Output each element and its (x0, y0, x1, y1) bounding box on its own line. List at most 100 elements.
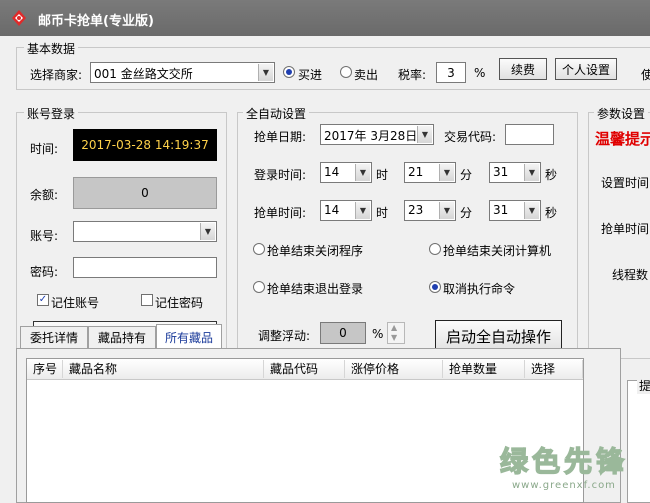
clock-value: 2017-03-28 14:19:37 (81, 138, 209, 152)
cut-label: 使 (641, 68, 650, 82)
merchant-label: 选择商家: (30, 68, 83, 82)
column-header-index[interactable]: 序号 (27, 360, 63, 378)
chevron-down-icon[interactable]: ▼ (524, 164, 539, 181)
sell-label[interactable]: 卖出 (354, 66, 378, 83)
grab-minute-unit: 分 (460, 206, 473, 220)
chevron-down-icon[interactable]: ▼ (355, 202, 370, 219)
column-header-select[interactable]: 选择 (525, 360, 583, 378)
tax-percent: % (474, 66, 486, 80)
grab-hour-value: 14 (324, 203, 340, 217)
adjust-float-input[interactable]: 0 (320, 322, 366, 344)
close-program-radio[interactable] (253, 243, 265, 255)
remember-account-checkbox[interactable]: ✓ (37, 294, 49, 306)
merchant-select[interactable]: 001 金丝路文交所 ▼ (90, 62, 275, 83)
cancel-command-radio[interactable] (429, 281, 441, 293)
login-minute-unit: 分 (460, 168, 473, 182)
adjust-spinner[interactable]: ▲ ▼ (387, 322, 405, 344)
calendar-dropdown-icon[interactable]: ▼ (417, 126, 432, 143)
sell-radio[interactable] (340, 66, 352, 78)
spinner-down-icon[interactable]: ▼ (391, 333, 397, 342)
logout-radio[interactable] (253, 281, 265, 293)
grab-hour-select[interactable]: 14 ▼ (320, 200, 372, 221)
table-header: 序号 藏品名称 藏品代码 涨停价格 抢单数量 选择 (27, 359, 583, 380)
column-header-name[interactable]: 藏品名称 (63, 360, 264, 378)
watermark-url: www.greenxf.com (512, 480, 616, 491)
login-minute-select[interactable]: 21 ▼ (404, 162, 456, 183)
chevron-down-icon[interactable]: ▼ (258, 64, 273, 81)
grab-second-value: 31 (493, 203, 509, 217)
grab-date-picker[interactable]: 2017年 3月28日 ▼ (320, 124, 434, 145)
account-label: 账号: (30, 229, 59, 243)
login-hour-value: 14 (324, 165, 340, 179)
login-hour-select[interactable]: 14 ▼ (320, 162, 372, 183)
params-title: 参数设置 (594, 105, 649, 122)
grab-date-label: 抢单日期: (254, 130, 307, 144)
watermark-text: 绿色先锋 (499, 444, 629, 478)
logout-label[interactable]: 抢单结束退出登录 (267, 280, 363, 297)
tax-input[interactable]: 3 (436, 62, 466, 83)
trade-code-label: 交易代码: (444, 130, 497, 144)
grab-time-label: 抢单时间: (254, 206, 307, 220)
grab-hour-unit: 时 (376, 206, 389, 220)
window-title: 邮币卡抢单(专业版) (38, 14, 154, 29)
renew-button[interactable]: 续费 (499, 58, 547, 80)
app-logo-icon (12, 10, 26, 26)
remember-account-label[interactable]: 记住账号 (51, 294, 99, 311)
adjust-percent: % (372, 327, 384, 341)
tax-label: 税率: (398, 68, 427, 82)
title-bar[interactable]: 邮币卡抢单(专业版) (0, 0, 650, 36)
account-login-title: 账号登录 (24, 105, 79, 122)
basic-data-title: 基本数据 (24, 40, 79, 57)
column-header-code[interactable]: 藏品代码 (264, 360, 345, 378)
right-panel-title: 提 (637, 377, 650, 394)
login-second-value: 31 (493, 165, 509, 179)
grab-minute-select[interactable]: 23 ▼ (404, 200, 456, 221)
chevron-down-icon[interactable]: ▼ (439, 202, 454, 219)
grab-second-unit: 秒 (545, 206, 558, 220)
buy-radio[interactable] (283, 66, 295, 78)
chevron-down-icon[interactable]: ▼ (200, 223, 215, 240)
cancel-command-label[interactable]: 取消执行命令 (443, 280, 515, 297)
tab-all-collections[interactable]: 所有藏品 (156, 324, 222, 349)
column-header-limit-price[interactable]: 涨停价格 (345, 360, 443, 378)
login-minute-value: 21 (408, 165, 424, 179)
adjust-float-label: 调整浮动: (258, 329, 311, 343)
grab-date-value: 2017年 3月28日 (324, 129, 418, 143)
time-label: 时间: (30, 142, 59, 156)
set-time-label: 设置时间 (601, 176, 650, 190)
grab-minute-value: 23 (408, 203, 424, 217)
chevron-down-icon[interactable]: ▼ (524, 202, 539, 219)
login-second-select[interactable]: 31 ▼ (489, 162, 541, 183)
notice-text: 温馨提示 (595, 130, 650, 148)
trade-code-input[interactable] (505, 124, 554, 145)
password-label: 密码: (30, 265, 59, 279)
chevron-down-icon[interactable]: ▼ (439, 164, 454, 181)
spinner-up-icon[interactable]: ▲ (391, 323, 397, 332)
adjust-float-value: 0 (339, 326, 347, 340)
close-program-label[interactable]: 抢单结束关闭程序 (267, 242, 363, 259)
param-grab-time-label: 抢单时间 (601, 222, 650, 236)
merchant-select-value: 001 金丝路文交所 (94, 67, 193, 81)
auto-settings-title: 全自动设置 (243, 105, 310, 122)
login-time-label: 登录时间: (254, 168, 307, 182)
column-header-quantity[interactable]: 抢单数量 (443, 360, 525, 378)
buy-label[interactable]: 买进 (298, 66, 322, 83)
remember-password-checkbox[interactable] (141, 294, 153, 306)
thread-count-label: 线程数 (612, 268, 649, 282)
grab-second-select[interactable]: 31 ▼ (489, 200, 541, 221)
tax-input-value: 3 (447, 66, 455, 80)
personal-settings-button[interactable]: 个人设置 (555, 58, 617, 80)
chevron-down-icon[interactable]: ▼ (355, 164, 370, 181)
watermark: 绿色先锋 www.greenxf.com (499, 440, 640, 495)
balance-display: 0 (73, 177, 217, 209)
balance-value: 0 (141, 186, 149, 200)
remember-password-label[interactable]: 记住密码 (155, 294, 203, 311)
login-second-unit: 秒 (545, 168, 558, 182)
tab-holdings[interactable]: 藏品持有 (88, 326, 156, 348)
shutdown-label[interactable]: 抢单结束关闭计算机 (443, 242, 551, 259)
clock-display: 2017-03-28 14:19:37 (73, 129, 217, 161)
password-input[interactable] (73, 257, 217, 278)
tab-order-details[interactable]: 委托详情 (20, 326, 88, 348)
shutdown-radio[interactable] (429, 243, 441, 255)
account-select[interactable]: ▼ (73, 221, 217, 242)
